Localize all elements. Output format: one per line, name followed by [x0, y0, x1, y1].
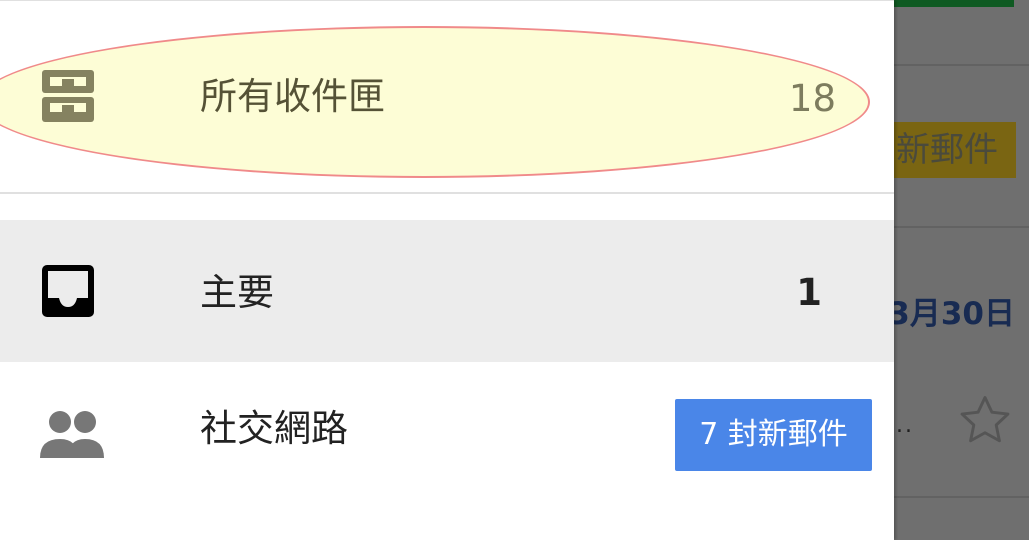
inbox-icon	[40, 265, 96, 321]
screen: 新郵件 3月30日 .. 所有收件匣 18 主要 1 社交網路 7 封新郵件	[0, 0, 1029, 540]
unread-count: 1	[796, 271, 822, 314]
new-mail-badge: 7 封新郵件	[675, 399, 872, 471]
unread-count: 18	[788, 77, 836, 120]
background-email-date: 3月30日	[888, 296, 1015, 332]
star-outline-icon[interactable]	[953, 389, 1017, 453]
drawer-item-primary[interactable]: 主要 1	[0, 220, 894, 362]
all-inbox-icon	[40, 70, 96, 126]
drawer-item-label: 所有收件匣	[200, 75, 385, 118]
drawer-item-label: 主要	[200, 271, 274, 314]
people-icon	[40, 406, 104, 462]
background-divider	[894, 496, 1029, 498]
drawer-section-divider	[0, 192, 894, 194]
drawer-item-all-inboxes[interactable]: 所有收件匣 18	[0, 0, 894, 192]
background-email-snippet: ..	[896, 413, 914, 438]
background-toolbar-strip	[894, 0, 1014, 7]
drawer-item-label: 社交網路	[200, 407, 348, 450]
background-divider	[894, 226, 1029, 228]
background-new-mail-badge: 新郵件	[884, 122, 1016, 178]
background-divider	[894, 64, 1029, 66]
navigation-drawer: 所有收件匣 18 主要 1 社交網路 7 封新郵件	[0, 0, 894, 540]
highlight-annotation	[0, 26, 870, 178]
drawer-item-social[interactable]: 社交網路 7 封新郵件	[0, 362, 894, 504]
